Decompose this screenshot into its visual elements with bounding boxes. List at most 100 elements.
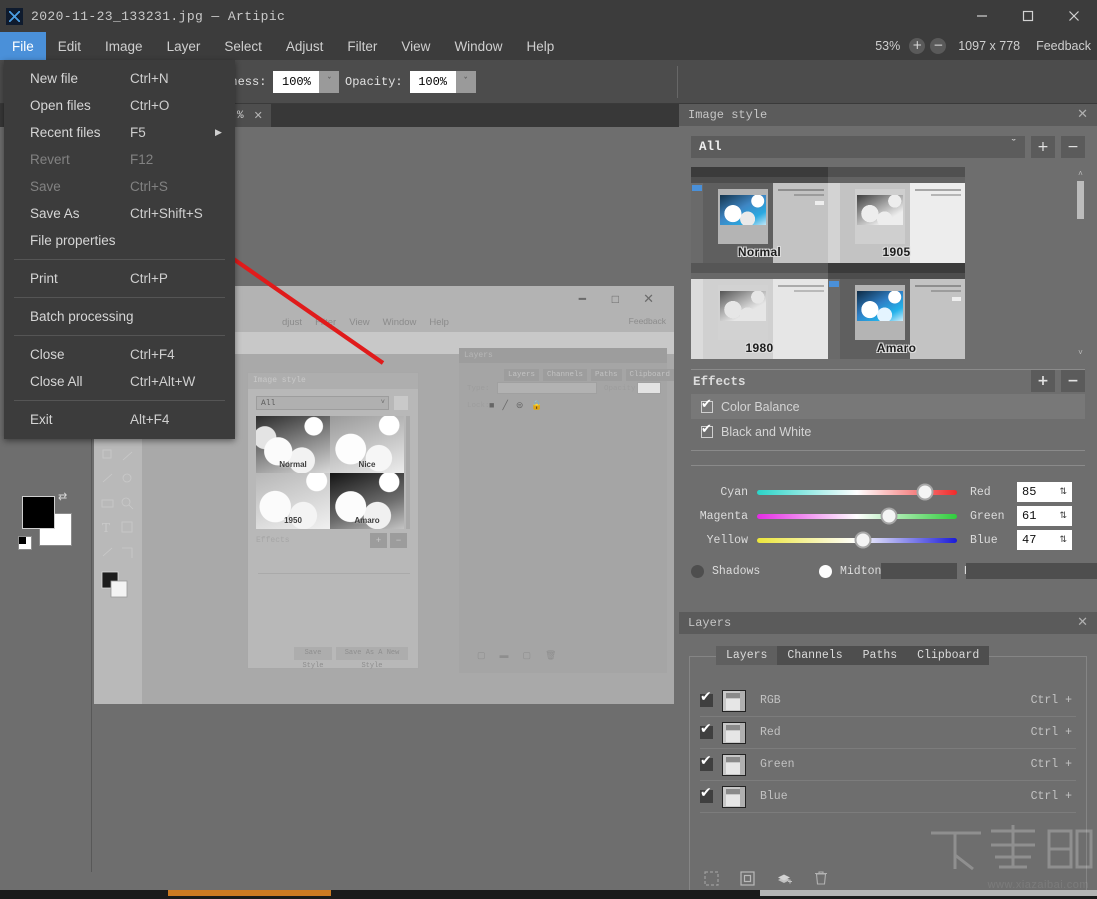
tab-clipboard[interactable]: Clipboard [907, 646, 990, 665]
tab-layers[interactable]: Layers [716, 646, 778, 665]
delete-layer-icon[interactable] [814, 870, 828, 889]
blue-value-input[interactable]: 47 ⇅ [1017, 530, 1072, 550]
inner-menu-filter: Filter [315, 317, 337, 328]
style-thumb-amaro[interactable]: Amaro [828, 263, 965, 359]
hardness-input[interactable]: 100% [273, 71, 320, 93]
layers-rows: RGB Ctrl + Red Ctrl + Green Ctrl + [700, 685, 1076, 813]
save-style-button[interactable] [881, 563, 957, 579]
menu-item-batch-processing[interactable]: Batch processing [4, 303, 235, 330]
document-tab-close-icon[interactable]: ✕ [254, 109, 263, 123]
menu-help[interactable]: Help [514, 32, 566, 60]
menu-select[interactable]: Select [212, 32, 274, 60]
tab-paths[interactable]: Paths [852, 646, 908, 665]
layers-close-icon[interactable]: ✕ [1077, 615, 1088, 630]
table-row[interactable]: Blue Ctrl + [700, 781, 1076, 813]
style-thumbnails-scrollbar[interactable]: ˄ ˅ [1076, 167, 1085, 359]
menu-item-exit[interactable]: Exit Alt+F4 [4, 406, 235, 433]
menu-filter[interactable]: Filter [335, 32, 389, 60]
style-thumb-1905[interactable]: 1905 [828, 167, 965, 263]
menu-view[interactable]: View [389, 32, 442, 60]
save-as-new-style-button[interactable] [966, 563, 1097, 579]
style-category-select[interactable]: All ˇ [691, 136, 1025, 158]
minimize-button[interactable] [959, 0, 1005, 32]
style-thumb-normal[interactable]: Normal [691, 167, 828, 263]
menu-item-new-file[interactable]: New file Ctrl+N [4, 65, 235, 92]
yellow-blue-slider-track[interactable] [757, 531, 957, 549]
menu-item-print[interactable]: Print Ctrl+P [4, 265, 235, 292]
menu-window[interactable]: Window [442, 32, 514, 60]
blue-stepper-icon[interactable]: ⇅ [1059, 535, 1067, 545]
tab-channels[interactable]: Channels [777, 646, 853, 665]
add-style-button[interactable]: + [1031, 136, 1055, 158]
opacity-input[interactable]: 100% [409, 71, 456, 93]
select-channel-icon[interactable] [704, 870, 719, 889]
window-controls [959, 0, 1097, 32]
close-button[interactable] [1051, 0, 1097, 32]
scrollbar-thumb[interactable] [1077, 181, 1084, 219]
green-value-input[interactable]: 61 ⇅ [1017, 506, 1072, 526]
menu-file[interactable]: File [0, 32, 46, 60]
zoom-in-button[interactable]: + [909, 38, 926, 54]
layer-visibility-checkbox[interactable] [700, 689, 713, 707]
effect-checkbox[interactable] [701, 397, 713, 413]
inner-tab-paths: Paths [591, 369, 622, 381]
inner-image-style-title: Image style [248, 373, 418, 389]
menu-item-label: Batch processing [30, 309, 134, 324]
duplicate-layer-icon[interactable] [776, 871, 793, 889]
cyan-red-slider-track[interactable] [757, 483, 957, 501]
effect-checkbox[interactable] [701, 422, 713, 438]
green-stepper-icon[interactable]: ⇅ [1059, 511, 1067, 521]
menu-item-close-all[interactable]: Close All Ctrl+Alt+W [4, 368, 235, 395]
new-channel-icon[interactable] [740, 870, 755, 889]
cyan-red-slider-knob[interactable] [916, 483, 934, 501]
slider-right-label: Blue [970, 533, 998, 547]
file-menu-dropdown[interactable]: New file Ctrl+N Open files Ctrl+O Recent… [4, 60, 235, 439]
magenta-green-slider-knob[interactable] [880, 507, 898, 525]
menu-image[interactable]: Image [93, 32, 155, 60]
style-thumb-1980[interactable]: 1980 [691, 263, 828, 359]
hardness-dropdown-icon[interactable]: ˇ [319, 71, 340, 93]
menu-item-label: New file [30, 71, 79, 86]
radio-midtones-dot[interactable] [819, 565, 832, 578]
table-row[interactable]: RGB Ctrl + [700, 685, 1076, 717]
magenta-green-slider-track[interactable] [757, 507, 957, 525]
image-style-close-icon[interactable]: ✕ [1077, 107, 1088, 122]
menu-adjust[interactable]: Adjust [274, 32, 336, 60]
remove-style-button[interactable]: − [1061, 136, 1085, 158]
zoom-out-button[interactable]: − [930, 38, 947, 54]
inner-menu-help: Help [429, 317, 449, 328]
foreground-color-swatch[interactable] [22, 496, 55, 529]
layer-visibility-checkbox[interactable] [700, 785, 713, 803]
layers-bottom-toolbar [704, 870, 828, 889]
red-value-input[interactable]: 85 ⇅ [1017, 482, 1072, 502]
menu-edit[interactable]: Edit [46, 32, 93, 60]
scroll-up-icon[interactable]: ˄ [1076, 169, 1085, 178]
table-row[interactable]: Red Ctrl + [700, 717, 1076, 749]
default-colors-icon[interactable] [18, 536, 32, 550]
menu-item-save-as[interactable]: Save As Ctrl+Shift+S [4, 200, 235, 227]
radio-shadows-dot[interactable] [691, 565, 704, 578]
layer-visibility-checkbox[interactable] [700, 721, 713, 739]
menu-item-file-properties[interactable]: File properties [4, 227, 235, 254]
scroll-down-icon[interactable]: ˅ [1076, 348, 1085, 357]
add-effect-button[interactable]: + [1031, 370, 1055, 392]
red-stepper-icon[interactable]: ⇅ [1059, 487, 1067, 497]
yellow-blue-slider-knob[interactable] [854, 531, 872, 549]
menu-item-recent-files[interactable]: Recent files F5 ▶ [4, 119, 235, 146]
effect-item-black-and-white[interactable]: Black and White [691, 419, 1085, 444]
layer-visibility-checkbox[interactable] [700, 753, 713, 771]
table-row[interactable]: Green Ctrl + [700, 749, 1076, 781]
menu-item-open-files[interactable]: Open files Ctrl+O [4, 92, 235, 119]
opacity-control: Opacity: 100% ˇ [345, 71, 476, 93]
effect-item-color-balance[interactable]: Color Balance [691, 394, 1085, 419]
remove-effect-button[interactable]: − [1061, 370, 1085, 392]
feedback-link[interactable]: Feedback [1036, 39, 1091, 53]
menu-layer[interactable]: Layer [155, 32, 213, 60]
artipic-logo-icon [6, 7, 23, 25]
menu-item-close[interactable]: Close Ctrl+F4 [4, 341, 235, 368]
menu-item-label: Close [30, 347, 65, 362]
maximize-button[interactable] [1005, 0, 1051, 32]
swap-colors-icon[interactable]: ⇄ [58, 490, 67, 503]
opacity-dropdown-icon[interactable]: ˇ [455, 71, 476, 93]
radio-shadows[interactable]: Shadows [691, 565, 819, 578]
